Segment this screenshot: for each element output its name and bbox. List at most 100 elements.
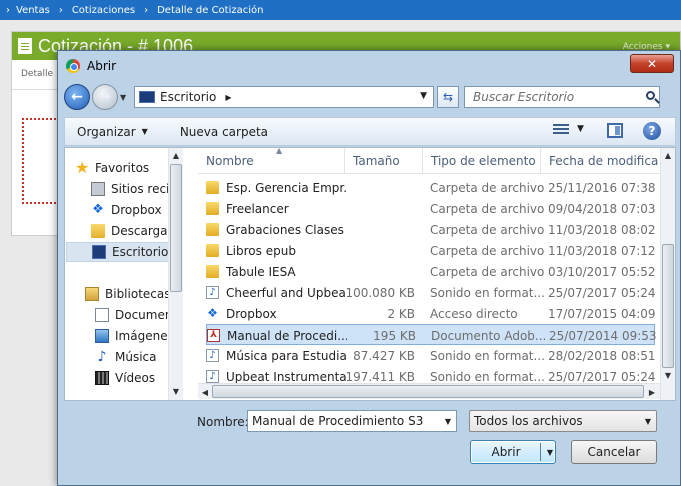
file-row[interactable]: ⅄ Manual de Procedi... 195 KB Documento Ado…: [206, 324, 656, 346]
nav-pane-scroll-thumb[interactable]: [170, 164, 182, 292]
chevron-down-icon[interactable]: ▼: [445, 417, 451, 426]
scroll-down-icon[interactable]: ▼: [661, 368, 675, 382]
file-row[interactable]: Esp. Gerencia Empr... Carpeta de archivos…: [206, 177, 655, 198]
pdf-file-icon: ⅄: [207, 329, 220, 342]
chevron-down-icon[interactable]: ▼: [577, 124, 584, 134]
organize-label: Organizar: [77, 124, 136, 139]
scroll-right-icon[interactable]: ▶: [645, 385, 659, 399]
nav-item-favoritos[interactable]: ★ Favoritos: [75, 158, 177, 178]
chevron-down-icon[interactable]: ▼: [420, 91, 427, 101]
preview-pane-icon[interactable]: [607, 123, 623, 138]
file-list-scrollbar[interactable]: ▲ ▼: [660, 148, 675, 400]
file-type: Acceso directo: [430, 306, 518, 321]
forward-arrow-icon[interactable]: →: [92, 84, 118, 110]
file-name-cell: Grabaciones Clases ...: [206, 219, 346, 240]
file-type-select[interactable]: Todos los archivos ▼: [469, 410, 657, 432]
filename-input[interactable]: Manual de Procedimiento S3 ▼: [247, 410, 457, 432]
search-input[interactable]: Buscar Escritorio: [464, 86, 660, 108]
file-name: Libros epub: [226, 243, 296, 258]
star-icon: ★: [75, 158, 90, 177]
file-row[interactable]: Libros epub Carpeta de archivos 11/03/2018…: [206, 240, 655, 261]
file-row[interactable]: Grabaciones Clases ... Carpeta de archivo…: [206, 219, 655, 240]
breadcrumb-ventas[interactable]: Ventas: [16, 5, 50, 16]
file-type: Documento Adob...: [431, 328, 545, 343]
history-dropdown-icon[interactable]: ▼: [120, 93, 130, 102]
search-icon[interactable]: [646, 91, 655, 100]
file-size: [346, 240, 415, 261]
file-name: Manual de Procedi...: [227, 328, 347, 343]
organize-button[interactable]: Organizar ▼: [65, 125, 160, 139]
dropbox-icon: ❖: [207, 306, 218, 320]
file-list-hscroll-thumb[interactable]: [212, 385, 644, 398]
scroll-left-icon[interactable]: ◀: [198, 385, 212, 399]
column-headers: ▲ Nombre Tamaño Tipo de elemento Fecha d…: [198, 148, 675, 174]
file-row[interactable]: ❖ Dropbox 2 KB Acceso directo 17/07/2015 04:…: [206, 303, 655, 324]
address-bar[interactable]: Escritorio ▶ ▼: [134, 86, 434, 108]
file-date: 17/07/2015 04:09 ...: [548, 306, 655, 321]
column-header-nombre[interactable]: ▲ Nombre: [198, 148, 345, 174]
filename-value[interactable]: Manual de Procedimiento S3: [252, 414, 423, 428]
file-name: Dropbox: [226, 306, 277, 321]
file-row[interactable]: ♪ Música para Estudia... 87.427 KB Sonido e…: [206, 345, 655, 366]
nav-item-label: Documen: [115, 308, 173, 322]
file-name-cell: Tabule IESA: [206, 261, 346, 282]
file-name-cell: ♪ Música para Estudia...: [206, 345, 346, 366]
breadcrumb-cotizaciones[interactable]: Cotizaciones: [72, 5, 135, 16]
help-icon[interactable]: ?: [643, 122, 661, 140]
breadcrumb-detalle[interactable]: Detalle de Cotización: [157, 5, 263, 16]
nav-item-label: Favoritos: [95, 161, 150, 175]
file-date: 09/04/2018 07:03 ...: [548, 201, 655, 216]
address-location[interactable]: Escritorio: [160, 90, 216, 104]
chevron-right-icon: ›: [58, 4, 63, 16]
file-size: [346, 219, 415, 240]
scroll-up-icon[interactable]: ▲: [169, 148, 183, 162]
file-list-scroll-thumb[interactable]: [662, 244, 674, 368]
view-options-icon[interactable]: [553, 124, 569, 138]
scroll-down-icon[interactable]: ▼: [169, 384, 183, 398]
column-header-fecha[interactable]: Fecha de modifica...: [541, 148, 659, 174]
chevron-right-icon: ›: [144, 4, 149, 16]
close-button[interactable]: ✕: [630, 54, 674, 73]
column-label: Nombre: [206, 154, 254, 168]
file-row[interactable]: Freelancer Carpeta de archivos 09/04/2018 …: [206, 198, 655, 219]
file-date: 11/03/2018 08:02 ...: [548, 222, 655, 237]
file-name: Upbeat Instrumenta...: [226, 369, 346, 384]
chevron-right-icon[interactable]: ▶: [225, 93, 231, 102]
new-folder-button[interactable]: Nueva carpeta: [168, 125, 280, 139]
file-name-cell: ⅄ Manual de Procedi...: [207, 325, 347, 346]
filename-label: Nombre:: [197, 415, 249, 429]
file-row[interactable]: ♪ Cheerful and Upbea... 100.080 KB Sonido e…: [206, 282, 655, 303]
file-list-hscrollbar[interactable]: ◀ ▶: [198, 383, 660, 399]
file-name: Tabule IESA: [226, 264, 296, 279]
file-size: [346, 177, 415, 198]
dropbox-icon: ❖: [92, 202, 104, 217]
file-row[interactable]: Tabule IESA Carpeta de archivos 03/10/2017…: [206, 261, 655, 282]
file-date: 03/10/2017 05:52 a...: [548, 264, 655, 279]
chevron-down-icon[interactable]: ▼: [547, 448, 553, 457]
file-type: Carpeta de archivos: [430, 180, 544, 195]
tab-detalle[interactable]: Detalle: [21, 69, 53, 89]
folder-icon: [206, 202, 219, 215]
open-button[interactable]: Abrir ▼: [470, 440, 556, 464]
file-size: [346, 198, 415, 219]
file-name: Grabaciones Clases ...: [226, 222, 346, 237]
dialog-titlebar[interactable]: Abrir ✕: [58, 51, 680, 81]
column-header-tamano[interactable]: Tamaño: [345, 148, 423, 174]
file-date: 25/07/2014 09:53 a...: [549, 328, 656, 343]
refresh-icon[interactable]: ⇆: [437, 86, 459, 108]
file-date: 25/07/2017 05:24 ...: [548, 285, 655, 300]
back-arrow-icon[interactable]: ←: [64, 84, 90, 110]
chevron-down-icon[interactable]: ▼: [645, 417, 651, 426]
cancel-button[interactable]: Cancelar: [571, 440, 657, 464]
file-name-cell: ♪ Cheerful and Upbea...: [206, 282, 346, 303]
chevron-down-icon: ▼: [141, 127, 148, 136]
column-header-tipo[interactable]: Tipo de elemento: [423, 148, 541, 174]
nav-item-label: Bibliotecas: [105, 287, 171, 301]
file-size: 2 KB: [387, 306, 415, 321]
nav-item-escritorio[interactable]: Escritorio: [66, 242, 182, 262]
file-type: Carpeta de archivos: [430, 264, 544, 279]
nav-pane-scrollbar[interactable]: ▲ ▼: [168, 148, 183, 400]
scroll-up-icon[interactable]: ▲: [661, 148, 675, 162]
sort-ascending-icon: ▲: [276, 148, 283, 155]
file-date: 25/11/2016 07:38 ...: [548, 180, 655, 195]
